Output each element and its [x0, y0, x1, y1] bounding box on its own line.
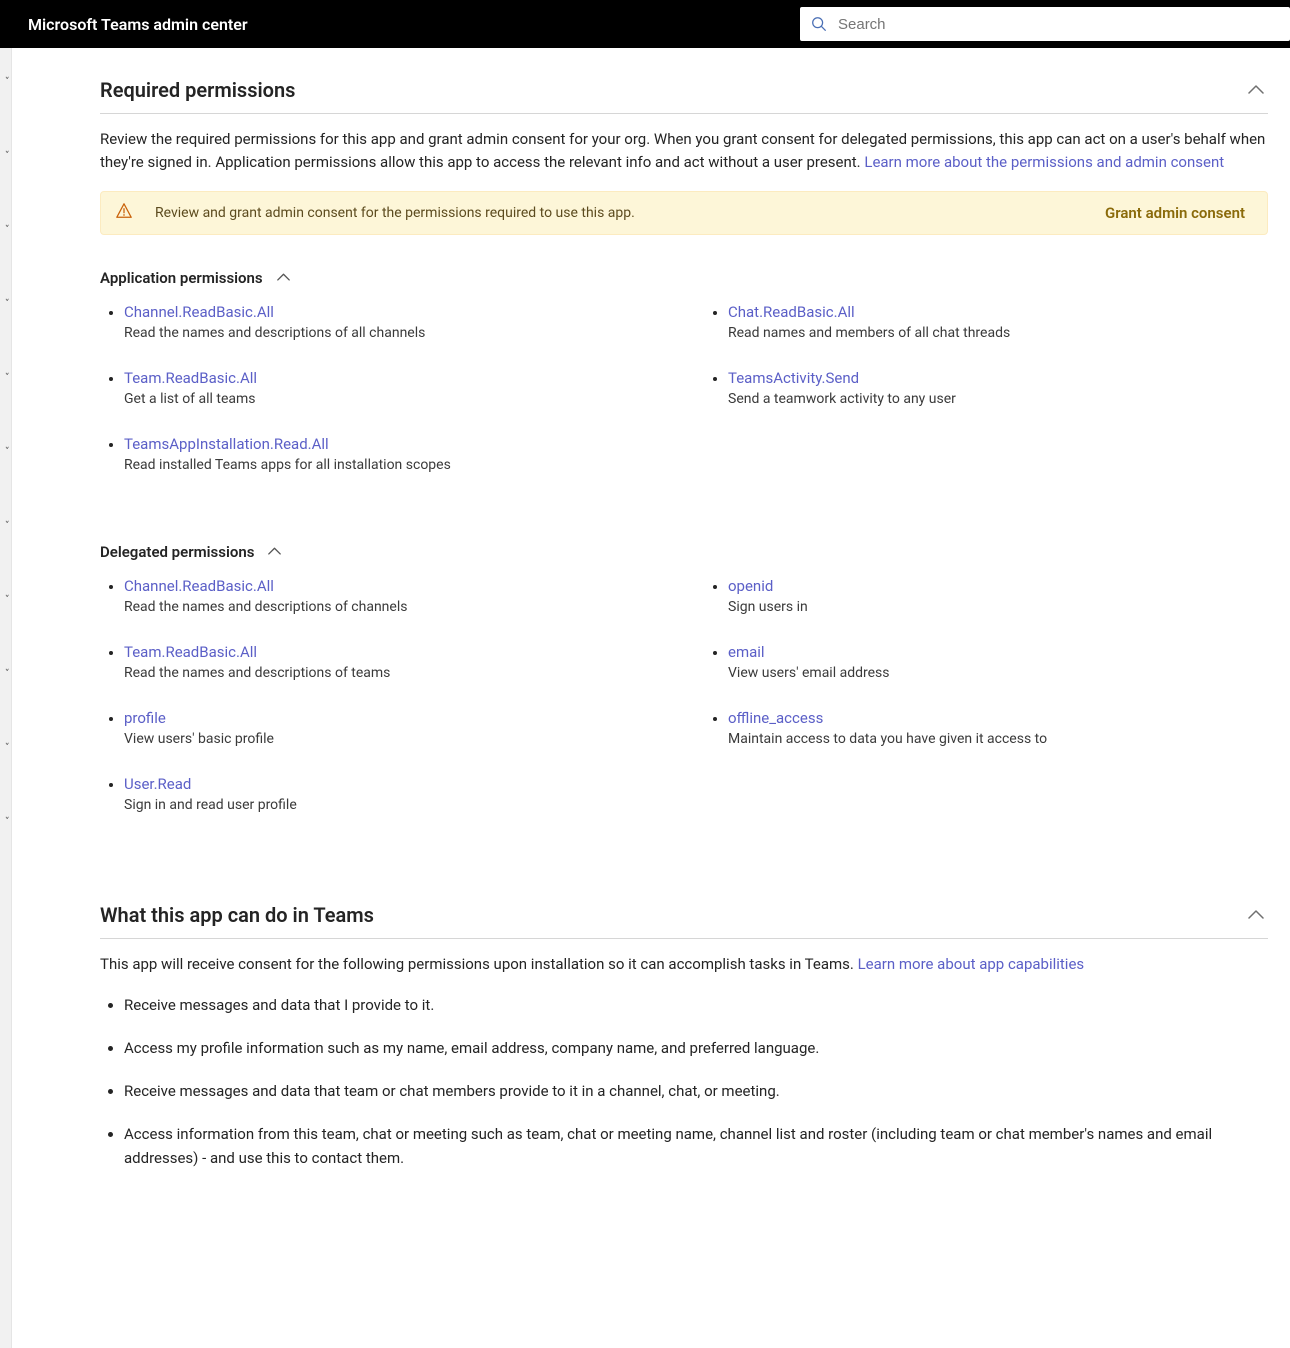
permission-link[interactable]: TeamsActivity.Send [728, 369, 1268, 387]
permission-desc: Read names and members of all chat threa… [728, 325, 1268, 341]
consent-banner: Review and grant admin consent for the p… [100, 191, 1268, 235]
chevron-down-icon[interactable]: ⌄ [4, 368, 10, 378]
chevron-down-icon[interactable]: ⌄ [4, 516, 10, 526]
permission-item: Team.ReadBasic.All Read the names and de… [124, 643, 664, 681]
permission-item: profile View users' basic profile [124, 709, 664, 747]
permission-desc: View users' email address [728, 665, 1268, 681]
warning-icon [115, 202, 133, 224]
permission-desc: View users' basic profile [124, 731, 664, 747]
capability-item: Access my profile information such as my… [124, 1037, 1268, 1060]
top-bar: Microsoft Teams admin center [0, 0, 1290, 48]
desc-text: This app will receive consent for the fo… [100, 955, 858, 973]
section-description: Review the required permissions for this… [100, 128, 1268, 173]
chevron-down-icon[interactable]: ⌄ [4, 442, 10, 452]
section-title: Required permissions [100, 78, 295, 102]
permission-desc: Read the names and descriptions of chann… [124, 599, 664, 615]
permission-item: openid Sign users in [728, 577, 1268, 615]
chevron-down-icon[interactable]: ⌄ [4, 812, 10, 822]
group-title: Delegated permissions [100, 543, 254, 561]
chevron-down-icon[interactable]: ⌄ [4, 220, 10, 230]
section-header: What this app can do in Teams [100, 901, 1268, 939]
permission-link[interactable]: openid [728, 577, 1268, 595]
permission-link[interactable]: Channel.ReadBasic.All [124, 577, 664, 595]
permission-link[interactable]: Channel.ReadBasic.All [124, 303, 664, 321]
permission-item: offline_access Maintain access to data y… [728, 709, 1268, 747]
search-input[interactable] [838, 16, 1280, 33]
application-permissions-group: Application permissions Channel.ReadBasi… [100, 269, 1268, 501]
permission-desc: Read the names and descriptions of teams [124, 665, 664, 681]
section-title: What this app can do in Teams [100, 903, 374, 927]
learn-more-link[interactable]: Learn more about the permissions and adm… [864, 153, 1224, 171]
perm-list-right: Chat.ReadBasic.All Read names and member… [704, 303, 1268, 501]
permission-item: Team.ReadBasic.All Get a list of all tea… [124, 369, 664, 407]
permission-link[interactable]: profile [124, 709, 664, 727]
section-description: This app will receive consent for the fo… [100, 953, 1268, 976]
permission-desc: Read installed Teams apps for all instal… [124, 457, 664, 473]
collapse-chevron-icon[interactable] [277, 270, 290, 286]
capability-item: Receive messages and data that I provide… [124, 994, 1268, 1017]
permission-link[interactable]: Team.ReadBasic.All [124, 369, 664, 387]
delegated-permissions-group: Delegated permissions Channel.ReadBasic.… [100, 543, 1268, 841]
chevron-down-icon[interactable]: ⌄ [4, 590, 10, 600]
permission-link[interactable]: email [728, 643, 1268, 661]
consent-message: Review and grant admin consent for the p… [155, 205, 1105, 221]
search-icon [810, 15, 828, 33]
permission-link[interactable]: User.Read [124, 775, 664, 793]
permission-desc: Sign in and read user profile [124, 797, 664, 813]
perm-list-right: openid Sign users in email View users' e… [704, 577, 1268, 841]
capability-item: Receive messages and data that team or c… [124, 1080, 1268, 1103]
permission-desc: Send a teamwork activity to any user [728, 391, 1268, 407]
chevron-down-icon[interactable]: ⌄ [4, 664, 10, 674]
sidebar-collapsed: ⌄ ⌄ ⌄ ⌄ ⌄ ⌄ ⌄ ⌄ ⌄ ⌄ ⌄ [0, 48, 12, 1348]
perm-list-left: Channel.ReadBasic.All Read the names and… [100, 303, 664, 501]
chevron-down-icon[interactable]: ⌄ [4, 146, 10, 156]
app-capabilities-section: What this app can do in Teams This app w… [100, 901, 1268, 1170]
collapse-chevron-icon[interactable] [1244, 901, 1268, 928]
permission-link[interactable]: Chat.ReadBasic.All [728, 303, 1268, 321]
permission-item: Chat.ReadBasic.All Read names and member… [728, 303, 1268, 341]
chevron-down-icon[interactable]: ⌄ [4, 738, 10, 748]
permission-item: Channel.ReadBasic.All Read the names and… [124, 303, 664, 341]
permission-link[interactable]: TeamsAppInstallation.Read.All [124, 435, 664, 453]
permission-desc: Maintain access to data you have given i… [728, 731, 1268, 747]
permission-item: TeamsAppInstallation.Read.All Read insta… [124, 435, 664, 473]
permission-item: TeamsActivity.Send Send a teamwork activ… [728, 369, 1268, 407]
section-header: Required permissions [100, 76, 1268, 114]
permission-desc: Get a list of all teams [124, 391, 664, 407]
search-box[interactable] [800, 7, 1290, 41]
capabilities-list: Receive messages and data that I provide… [100, 994, 1268, 1170]
collapse-chevron-icon[interactable] [268, 544, 281, 560]
permission-link[interactable]: Team.ReadBasic.All [124, 643, 664, 661]
capability-item: Access information from this team, chat … [124, 1123, 1268, 1170]
main-content: Required permissions Review the required… [12, 48, 1290, 1348]
perm-list-left: Channel.ReadBasic.All Read the names and… [100, 577, 664, 841]
permission-item: email View users' email address [728, 643, 1268, 681]
group-title: Application permissions [100, 269, 263, 287]
permission-link[interactable]: offline_access [728, 709, 1268, 727]
permission-desc: Read the names and descriptions of all c… [124, 325, 664, 341]
chevron-down-icon[interactable]: ⌄ [4, 72, 10, 82]
permission-item: Channel.ReadBasic.All Read the names and… [124, 577, 664, 615]
permission-item: User.Read Sign in and read user profile [124, 775, 664, 813]
learn-more-link[interactable]: Learn more about app capabilities [858, 955, 1085, 973]
grant-admin-consent-button[interactable]: Grant admin consent [1105, 204, 1245, 222]
collapse-chevron-icon[interactable] [1244, 76, 1268, 103]
app-title: Microsoft Teams admin center [28, 15, 248, 34]
permission-desc: Sign users in [728, 599, 1268, 615]
chevron-down-icon[interactable]: ⌄ [4, 294, 10, 304]
required-permissions-section: Required permissions Review the required… [100, 76, 1268, 841]
